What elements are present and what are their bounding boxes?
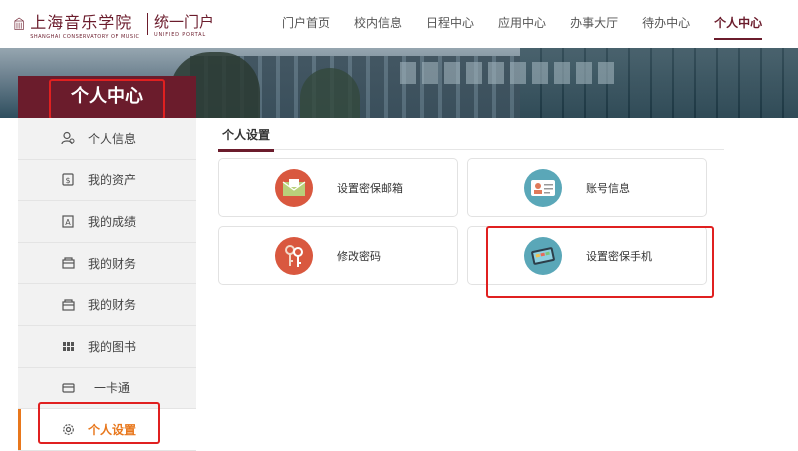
- card-set-security-email[interactable]: 设置密保邮箱: [218, 158, 458, 217]
- nav-item-schedule[interactable]: 日程中心: [414, 0, 486, 48]
- sidebar-item-books[interactable]: 我的图书: [18, 326, 196, 368]
- svg-text:$: $: [65, 176, 70, 185]
- svg-text:A: A: [65, 218, 71, 227]
- nav-item-personal-center[interactable]: 个人中心: [702, 0, 774, 48]
- card-icon: [60, 380, 76, 396]
- grade-icon: A: [60, 213, 76, 229]
- keys-icon: [275, 236, 313, 275]
- school-name-en: SHANGHAI CONSERVATORY OF MUSIC: [30, 33, 140, 40]
- card-label: 账号信息: [586, 181, 630, 195]
- top-bar: 上海音乐学院 SHANGHAI CONSERVATORY OF MUSIC 统一…: [0, 0, 798, 48]
- school-name-cn: 上海音乐学院: [30, 12, 133, 32]
- content-tab-bar: 个人设置: [218, 124, 724, 152]
- sidebar-item-label: 一卡通: [94, 381, 131, 396]
- id-card-icon: [524, 168, 562, 207]
- card-account-info[interactable]: 账号信息: [467, 158, 707, 217]
- sidebar-item-campus-card[interactable]: 一卡通: [18, 368, 196, 410]
- books-icon: [60, 338, 76, 354]
- nav-item-todo[interactable]: 待办中心: [630, 0, 702, 48]
- portal-name-cn: 统一门户: [153, 12, 214, 31]
- card-label: 修改密码: [337, 249, 381, 263]
- sidebar-item-label: 我的图书: [88, 339, 137, 354]
- nav-item-apps[interactable]: 应用中心: [486, 0, 558, 48]
- banner-building-sign: [400, 62, 620, 84]
- asset-icon: $: [60, 172, 76, 188]
- phone-icon: [524, 236, 562, 275]
- card-change-password[interactable]: 修改密码: [218, 226, 458, 285]
- sidebar-title: 个人中心: [18, 76, 196, 118]
- sidebar-item-label: 我的财务: [88, 298, 137, 313]
- card-label: 设置密保手机: [586, 249, 652, 263]
- finance-icon: [60, 297, 76, 313]
- sidebar-item-assets[interactable]: $ 我的资产: [18, 160, 196, 202]
- envelope-icon: [275, 168, 313, 207]
- sidebar-item-label: 我的成绩: [88, 214, 137, 229]
- portal-name-en: UNIFIED PORTAL: [153, 31, 206, 38]
- main-nav: 门户首页 校内信息 日程中心 应用中心 办事大厅 待办中心 个人中心: [270, 0, 774, 48]
- user-icon: [60, 130, 76, 146]
- card-label: 设置密保邮箱: [337, 181, 403, 195]
- card-set-security-phone[interactable]: 设置密保手机: [467, 226, 707, 285]
- nav-item-campus-info[interactable]: 校内信息: [342, 0, 414, 48]
- nav-item-service-hall[interactable]: 办事大厅: [558, 0, 630, 48]
- sidebar-item-label: 我的财务: [88, 256, 137, 271]
- sidebar-item-finance-2[interactable]: 我的财务: [18, 284, 196, 326]
- sidebar-item-finance[interactable]: 我的财务: [18, 243, 196, 285]
- sidebar-item-label: 我的资产: [88, 173, 137, 188]
- sidebar-item-label: 个人设置: [88, 422, 137, 437]
- sidebar-item-personal-settings[interactable]: 个人设置: [18, 409, 196, 451]
- gear-icon: [60, 421, 76, 437]
- tab-personal-settings[interactable]: 个人设置: [218, 124, 275, 152]
- school-emblem-icon: [14, 17, 24, 30]
- school-logo[interactable]: 上海音乐学院 SHANGHAI CONSERVATORY OF MUSIC 统一…: [14, 6, 214, 42]
- nav-item-home[interactable]: 门户首页: [270, 0, 342, 48]
- finance-icon: [60, 255, 76, 271]
- sidebar-item-personal-info[interactable]: 个人信息: [18, 118, 196, 160]
- sidebar-item-label: 个人信息: [88, 131, 137, 146]
- sidebar-item-grades[interactable]: A 我的成绩: [18, 201, 196, 243]
- sidebar: 个人信息 $ 我的资产 A 我的成绩 我的财务 我的财务 我的图书 一卡通 个人…: [18, 118, 196, 451]
